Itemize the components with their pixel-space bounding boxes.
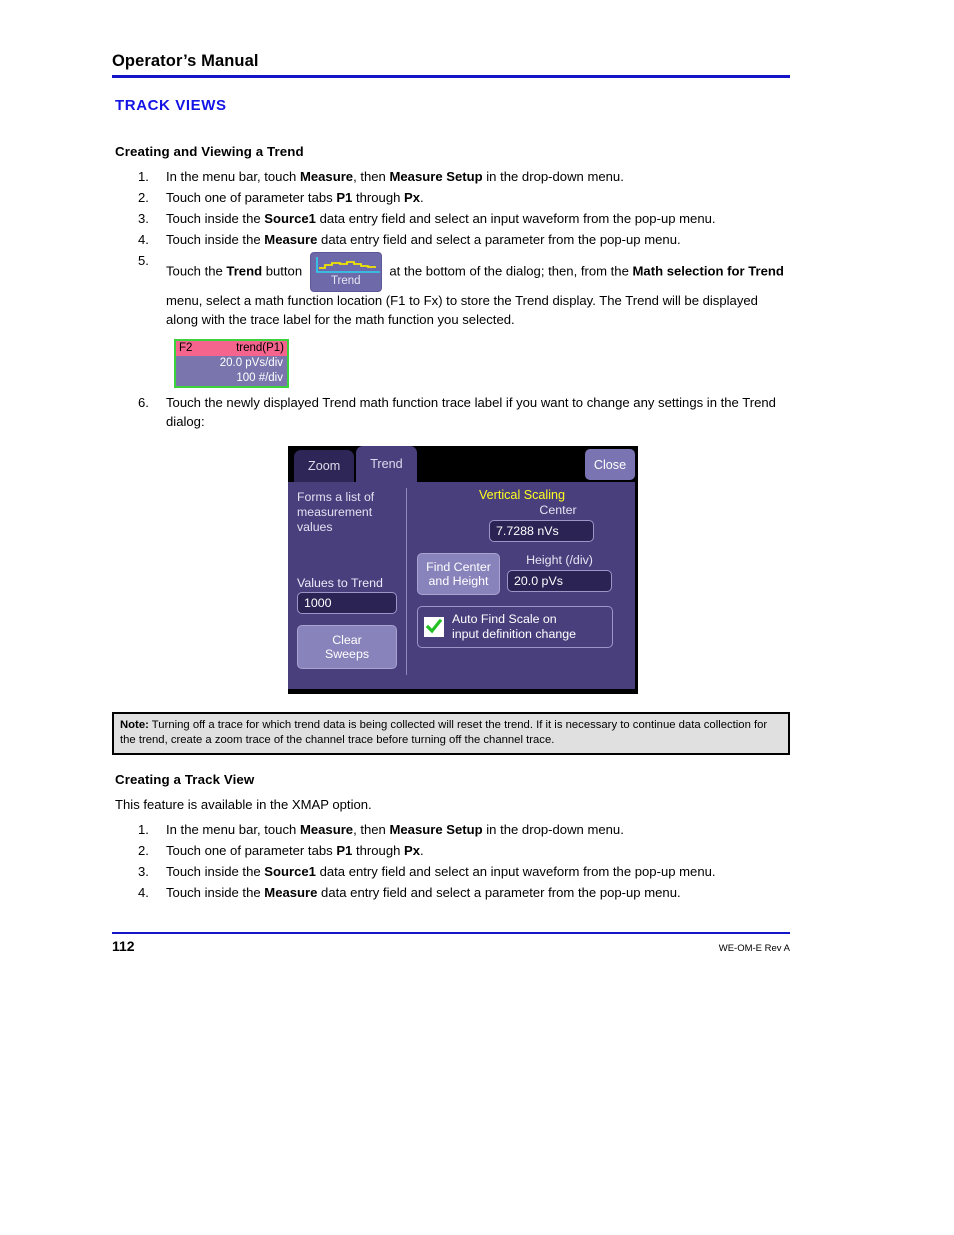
auto-find-scale-text: Auto Find Scale on input definition chan…: [452, 612, 576, 642]
step-number: 1.: [138, 821, 149, 837]
step-text: Touch one of parameter tabs P1 through P…: [166, 842, 424, 858]
trend-button[interactable]: Trend: [309, 251, 382, 292]
trace-label-title: trend(P1): [236, 342, 284, 355]
list-item: 1. In the menu bar, touch Measure, then M…: [112, 168, 790, 187]
step-number: 3.: [138, 863, 149, 879]
trace-label-header: F2 trend(P1): [176, 341, 287, 357]
height-input[interactable]: 20.0 pVs: [507, 570, 612, 593]
step-text: In the menu bar, touch Measure, then Mea…: [166, 169, 624, 184]
vertical-scaling-group-title: Vertical Scaling: [478, 488, 566, 503]
trace-label-horizontal-scale: 100 #/div: [236, 372, 283, 385]
find-center-line1: Find Center: [426, 559, 491, 574]
note-box: Note: Turning off a trace for which tren…: [112, 712, 790, 756]
section-heading-creating-track-view: Creating a Track View: [115, 772, 255, 788]
list-item: 2. Touch one of parameter tabs P1 through…: [112, 189, 790, 208]
steps-list-creating-track-view: 1. In the menu bar, touch Measure, then M…: [112, 821, 790, 903]
step-text: Touch inside the Source1 data entry fiel…: [166, 210, 716, 226]
auto-find-scale-toggle[interactable]: Auto Find Scale on input definition chan…: [417, 606, 613, 649]
step-text: Touch one of parameter tabs P1 through P…: [166, 189, 424, 205]
step-number: 2.: [138, 189, 149, 205]
trend-button-label: Trend: [330, 275, 361, 288]
step-number: 6.: [138, 395, 149, 411]
height-label: Height (/div): [526, 553, 593, 568]
steps-list-creating-trend: 1. In the menu bar, touch Measure, then M…: [112, 168, 790, 250]
list-item-step5: 5. Touch the Trend button Trend at the b…: [112, 251, 790, 330]
find-center-and-height-button[interactable]: Find Center and Height: [417, 553, 500, 596]
note-text: Turning off a trace for which trend data…: [120, 719, 768, 747]
auto-find-line2: input definition change: [452, 627, 577, 642]
list-item: 4. Touch inside the Measure data entry fi…: [112, 884, 790, 903]
page-number: 112: [112, 938, 135, 954]
tab-trend[interactable]: Trend: [356, 446, 417, 483]
trend-dialog: Zoom Trend Close Forms a list of measure…: [288, 446, 638, 695]
track-view-intro: This feature is available in the XMAP op…: [115, 797, 372, 813]
tab-zoom[interactable]: Zoom: [294, 450, 355, 483]
step-number: 5.: [138, 252, 149, 268]
step-number: 3.: [138, 210, 149, 226]
list-item: 3. Touch inside the Source1 data entry fi…: [112, 863, 790, 882]
trace-label-f2[interactable]: F2 trend(P1) 20.0 pVs/div 100 #/div: [174, 339, 289, 389]
list-item: 2. Touch one of parameter tabs P1 through…: [112, 842, 790, 861]
note-label: Note:: [120, 719, 149, 732]
page-footer: 112 WE-OM-E Rev A: [112, 938, 790, 954]
dialog-hint-line1: Forms a list of: [297, 490, 375, 505]
dialog-body: Forms a list of measurement values Value…: [288, 482, 635, 690]
trace-label-function: F2: [179, 342, 193, 355]
step-number: 4.: [138, 231, 149, 247]
footer-rule: [112, 932, 790, 934]
values-to-trend-input[interactable]: 1000: [297, 592, 397, 615]
document-header-title: Operator’s Manual: [112, 52, 259, 70]
dialog-hint-line2: measurement values: [297, 505, 373, 535]
clear-sweeps-line1: Clear: [332, 632, 362, 647]
page-content: Operator’s Manual TRACK VIEWS Creating a…: [112, 52, 790, 905]
step-text: Touch inside the Measure data entry fiel…: [166, 884, 681, 900]
document-page: Operator’s Manual TRACK VIEWS Creating a…: [0, 0, 954, 1235]
step-text: In the menu bar, touch Measure, then Mea…: [166, 821, 624, 837]
checkbox-checked-icon[interactable]: [424, 617, 444, 638]
page-title: TRACK VIEWS: [115, 97, 227, 114]
center-label: Center: [539, 503, 577, 518]
step-text: Touch inside the Measure data entry fiel…: [166, 231, 681, 247]
dialog-right-panel: Vertical Scaling Center 7.7288 nVs Find …: [407, 482, 635, 689]
clear-sweeps-button[interactable]: Clear Sweeps: [297, 625, 397, 670]
header-rule: [112, 75, 790, 78]
dialog-tab-bar: Zoom Trend: [288, 446, 417, 483]
list-item: 1. In the menu bar, touch Measure, then M…: [112, 821, 790, 840]
step6-text: Touch the newly displayed Trend math fun…: [166, 395, 776, 430]
list-item: 4. Touch inside the Measure data entry fi…: [112, 231, 790, 250]
step-text: Touch inside the Source1 data entry fiel…: [166, 863, 716, 879]
step-number: 2.: [138, 842, 149, 858]
dialog-left-panel: Forms a list of measurement values Value…: [288, 482, 406, 689]
find-center-line2: and Height: [428, 574, 489, 589]
section-heading-creating-viewing-trend: Creating and Viewing a Trend: [115, 144, 304, 159]
steps-list-step5: 5. Touch the Trend button Trend at the b…: [112, 251, 790, 330]
step-number: 4.: [138, 884, 149, 900]
dialog-hint-text: Forms a list of measurement values: [297, 490, 406, 535]
list-item: 3. Touch inside the Source1 data entry fi…: [112, 210, 790, 229]
step-number: 1.: [138, 169, 149, 184]
clear-sweeps-line2: Sweeps: [324, 647, 370, 662]
values-to-trend-label: Values to Trend: [297, 576, 383, 591]
auto-find-line1: Auto Find Scale on: [452, 612, 557, 627]
step5-text-before: Touch the Trend button: [166, 263, 306, 279]
trace-label-vertical-scale: 20.0 pVs/div: [219, 357, 283, 370]
close-button[interactable]: Close: [585, 449, 635, 481]
list-item-step6: 6. Touch the newly displayed Trend math …: [112, 394, 790, 432]
steps-list-step6: 6. Touch the newly displayed Trend math …: [112, 394, 790, 432]
document-id: WE-OM-E Rev A: [718, 943, 790, 954]
center-input[interactable]: 7.7288 nVs: [489, 520, 594, 543]
